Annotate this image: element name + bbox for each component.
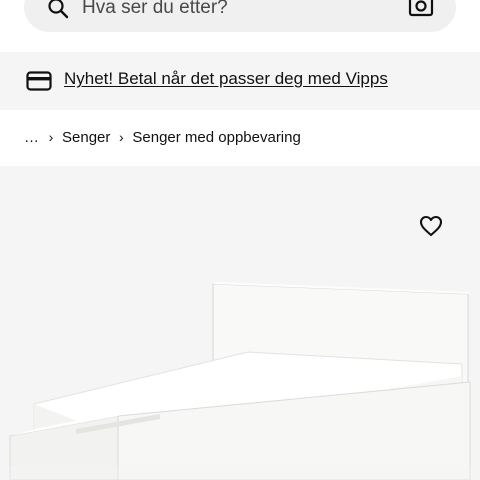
breadcrumb-item-senger-med-oppbevaring[interactable]: Senger med oppbevaring — [132, 129, 300, 146]
camera-icon[interactable] — [408, 0, 434, 18]
search-input[interactable] — [82, 0, 382, 22]
breadcrumb: … › Senger › Senger med oppbevaring — [24, 126, 301, 148]
heart-icon — [419, 215, 443, 237]
promo-link[interactable]: Nyhet! Betal når det passer deg med Vipp… — [64, 69, 388, 89]
promo-banner: Nyhet! Betal når det passer deg med Vipp… — [0, 52, 480, 110]
credit-card-icon — [26, 71, 52, 91]
breadcrumb-ellipsis[interactable]: … — [24, 129, 40, 146]
bed-illustration — [0, 282, 480, 480]
chevron-right-icon: › — [119, 129, 124, 145]
chevron-right-icon: › — [48, 129, 54, 145]
favorite-button[interactable] — [412, 207, 450, 245]
search-icon[interactable] — [46, 0, 70, 20]
search-header — [0, 0, 480, 52]
search-bar[interactable] — [24, 0, 456, 32]
breadcrumb-item-senger[interactable]: Senger — [62, 129, 110, 146]
